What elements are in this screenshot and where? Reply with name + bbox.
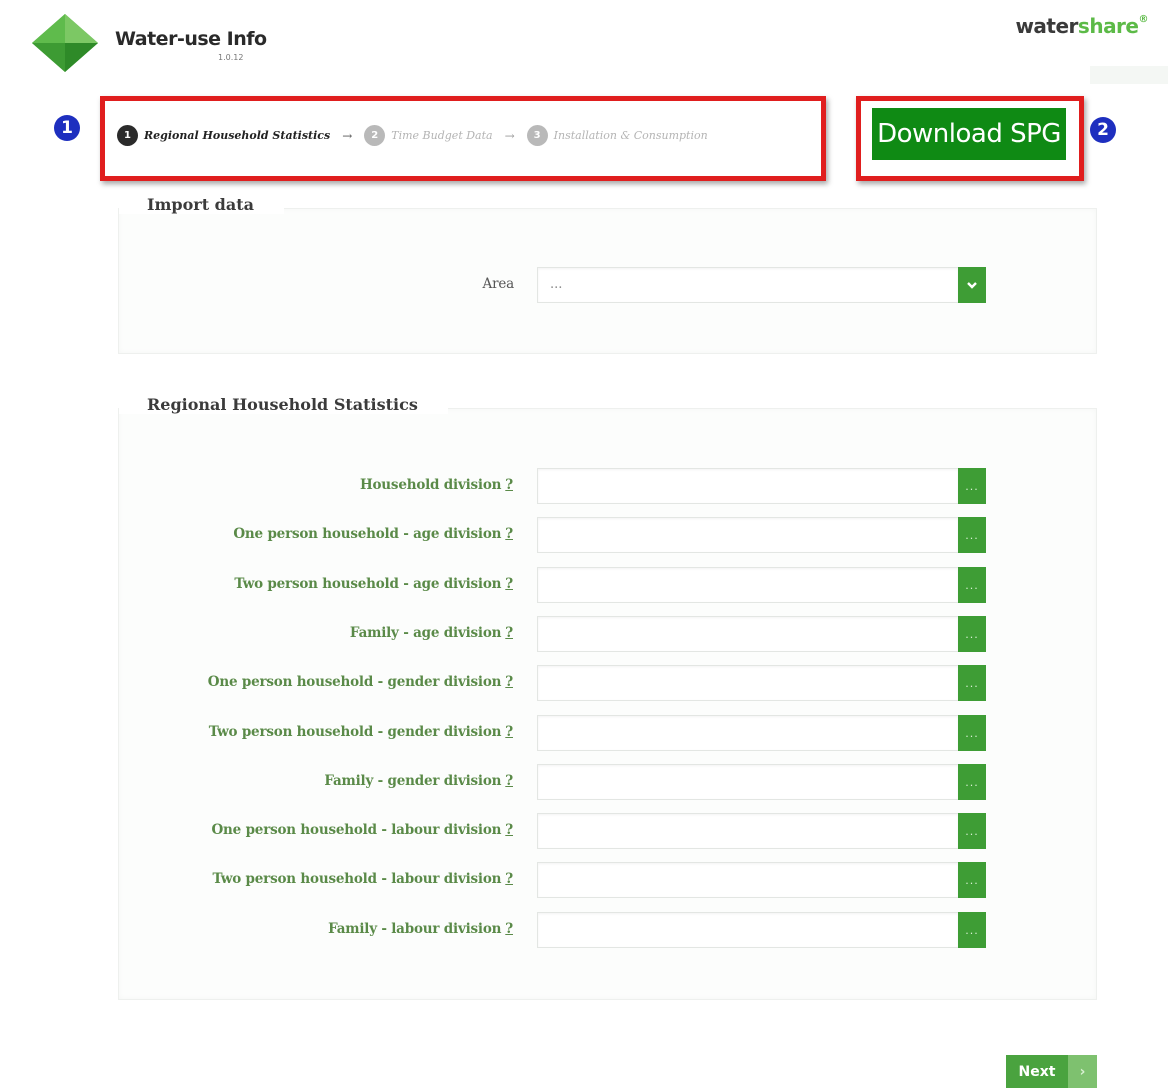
stat-field-label: One person household - gender division? bbox=[208, 674, 513, 690]
annotation-badge-2: 2 bbox=[1090, 117, 1116, 143]
stat-file-input[interactable] bbox=[537, 616, 959, 652]
browse-button[interactable]: ... bbox=[958, 517, 986, 553]
step-1-label[interactable]: Regional Household Statistics bbox=[144, 129, 330, 142]
app-title: Water-use Info bbox=[115, 28, 267, 50]
help-icon[interactable]: ? bbox=[505, 724, 513, 740]
step-3-number: 3 bbox=[526, 125, 548, 146]
stat-row: Family - labour division?... bbox=[119, 912, 1098, 948]
stat-file-input[interactable] bbox=[537, 813, 959, 849]
stat-field-label-text: Two person household - labour division bbox=[212, 871, 502, 887]
step-arrow-icon: → bbox=[342, 128, 353, 143]
stat-row: Two person household - age division?... bbox=[119, 567, 1098, 603]
stat-file-input[interactable] bbox=[537, 715, 959, 751]
help-icon[interactable]: ? bbox=[505, 674, 513, 690]
regional-stats-legend: Regional Household Statistics bbox=[119, 395, 448, 414]
annotation-badge-1: 1 bbox=[54, 115, 80, 141]
help-icon[interactable]: ? bbox=[505, 526, 513, 542]
download-spg-button[interactable]: Download SPG bbox=[872, 108, 1066, 160]
step-1-number: 1 bbox=[117, 125, 138, 146]
stat-row: Family - gender division?... bbox=[119, 764, 1098, 800]
import-data-legend: Import data bbox=[119, 195, 284, 214]
help-icon[interactable]: ? bbox=[505, 477, 513, 493]
step-2-number: 2 bbox=[364, 125, 386, 146]
stat-field-label: One person household - age division? bbox=[233, 526, 513, 542]
browse-button[interactable]: ... bbox=[958, 567, 986, 603]
stat-field-label-text: One person household - gender division bbox=[207, 674, 502, 690]
stat-field-label-text: Family - gender division bbox=[324, 773, 502, 789]
stat-field-label-text: Two person household - gender division bbox=[208, 724, 502, 740]
chevron-down-icon bbox=[967, 282, 977, 289]
step-arrow-icon: → bbox=[504, 128, 515, 143]
stat-file-input[interactable] bbox=[537, 764, 959, 800]
app-logo bbox=[30, 12, 100, 74]
stat-row: Household division?... bbox=[119, 468, 1098, 504]
browse-button[interactable]: ... bbox=[958, 616, 986, 652]
regional-stats-fieldset: Regional Household Statistics Household … bbox=[118, 395, 1098, 1000]
brand-text-share: share bbox=[1077, 14, 1139, 38]
chevron-right-icon: › bbox=[1068, 1055, 1097, 1088]
area-dropdown-button[interactable] bbox=[958, 267, 986, 303]
area-row: Area ... bbox=[119, 267, 1098, 303]
stat-row: One person household - age division?... bbox=[119, 517, 1098, 553]
brand-logo: watershare® bbox=[1015, 14, 1148, 38]
header-divider bbox=[1090, 66, 1168, 84]
stat-field-label: Household division? bbox=[360, 477, 513, 493]
step-3-label[interactable]: Installation & Consumption bbox=[554, 129, 708, 142]
stat-row: One person household - gender division?.… bbox=[119, 665, 1098, 701]
help-icon[interactable]: ? bbox=[505, 822, 513, 838]
stat-field-label: Two person household - age division? bbox=[234, 576, 513, 592]
stat-field-label: Two person household - labour division? bbox=[212, 871, 513, 887]
next-button-label: Next bbox=[1018, 1063, 1056, 1080]
brand-text-water: water bbox=[1015, 14, 1078, 38]
browse-button[interactable]: ... bbox=[958, 468, 986, 504]
help-icon[interactable]: ? bbox=[505, 773, 513, 789]
help-icon[interactable]: ? bbox=[505, 625, 513, 641]
stat-file-input[interactable] bbox=[537, 665, 959, 701]
stat-field-label: Family - age division? bbox=[350, 625, 513, 641]
stat-file-input[interactable] bbox=[537, 517, 959, 553]
step-2-label[interactable]: Time Budget Data bbox=[391, 129, 492, 142]
app-version: 1.0.12 bbox=[218, 53, 244, 62]
brand-registered-mark: ® bbox=[1138, 14, 1149, 25]
stat-file-input[interactable] bbox=[537, 862, 959, 898]
stat-field-label: Two person household - gender division? bbox=[209, 724, 513, 740]
stat-field-label-text: One person household - age division bbox=[233, 526, 502, 542]
stat-file-input[interactable] bbox=[537, 567, 959, 603]
browse-button[interactable]: ... bbox=[958, 813, 986, 849]
stat-field-label: One person household - labour division? bbox=[212, 822, 514, 838]
stat-row: Two person household - gender division?.… bbox=[119, 715, 1098, 751]
stat-row: Family - age division?... bbox=[119, 616, 1098, 652]
stat-field-label: Family - gender division? bbox=[324, 773, 513, 789]
stat-field-label: Family - labour division? bbox=[328, 921, 513, 937]
area-select[interactable]: ... bbox=[537, 267, 959, 303]
stat-field-label-text: Two person household - age division bbox=[234, 576, 502, 592]
stat-field-label-text: Household division bbox=[359, 477, 502, 493]
stat-row: One person household - labour division?.… bbox=[119, 813, 1098, 849]
import-data-fieldset: Import data Area ... bbox=[118, 195, 1098, 354]
browse-button[interactable]: ... bbox=[958, 715, 986, 751]
help-icon[interactable]: ? bbox=[505, 871, 513, 887]
stat-field-label-text: One person household - labour division bbox=[211, 822, 502, 838]
browse-button[interactable]: ... bbox=[958, 764, 986, 800]
stat-file-input[interactable] bbox=[537, 468, 959, 504]
help-icon[interactable]: ? bbox=[505, 576, 513, 592]
stat-file-input[interactable] bbox=[537, 912, 959, 948]
help-icon[interactable]: ? bbox=[505, 921, 513, 937]
browse-button[interactable]: ... bbox=[958, 665, 986, 701]
stat-row: Two person household - labour division?.… bbox=[119, 862, 1098, 898]
wizard-steps: 1 Regional Household Statistics → 2 Time… bbox=[117, 125, 708, 146]
stat-field-label-text: Family - age division bbox=[349, 625, 502, 641]
next-button[interactable]: Next › bbox=[1006, 1055, 1097, 1088]
browse-button[interactable]: ... bbox=[958, 912, 986, 948]
browse-button[interactable]: ... bbox=[958, 862, 986, 898]
area-label: Area bbox=[482, 276, 515, 292]
stat-field-label-text: Family - labour division bbox=[328, 921, 502, 937]
